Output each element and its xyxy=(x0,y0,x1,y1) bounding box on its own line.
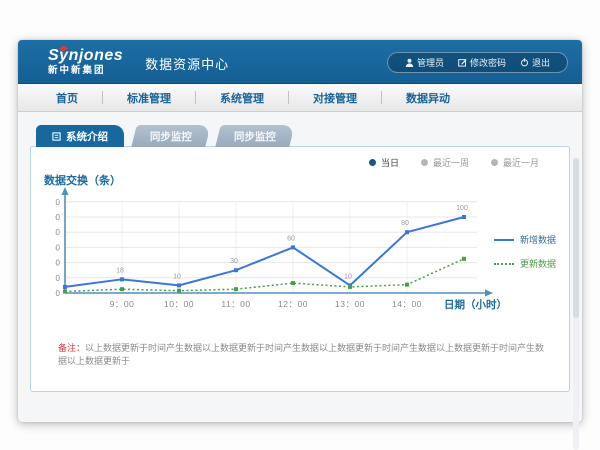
tab-sync-monitor-1[interactable]: 同步监控 xyxy=(131,125,210,147)
series-legend: 新增数据 更新数据 xyxy=(494,233,556,281)
tab-system-intro[interactable]: 系统介绍 xyxy=(36,125,124,147)
data-point-label: 100 xyxy=(456,205,468,212)
filter-today[interactable]: 当日 xyxy=(369,156,399,169)
filter-label: 最近一周 xyxy=(433,156,469,169)
data-point xyxy=(291,245,295,249)
nav-item-interface-mgmt[interactable]: 对接管理 xyxy=(289,90,381,106)
nav-item-home[interactable]: 首页 xyxy=(32,90,102,106)
y-tick-label: 100 xyxy=(55,213,61,222)
x-tick-label: 9：00 xyxy=(110,299,135,309)
tab-label: 同步监控 xyxy=(234,129,276,144)
filter-label: 当日 xyxy=(381,156,399,169)
footnote-prefix: 备注： xyxy=(58,343,85,353)
admin-user-button[interactable]: 管理员 xyxy=(398,56,451,69)
logout-button[interactable]: 退出 xyxy=(513,56,557,69)
footnote-text: 以上数据更新于时间产生数据以上数据更新于时间产生数据以上数据更新于时间产生数据以… xyxy=(58,343,544,366)
data-point xyxy=(462,257,466,261)
data-point xyxy=(63,289,67,293)
scrollbar-track[interactable] xyxy=(573,158,579,450)
logout-label: 退出 xyxy=(532,56,550,69)
scrollbar-thumb[interactable] xyxy=(573,158,579,318)
chart-canvas: 0 20 40 60 80 100 120 9：00 10：00 11：00 12：00 13：00 1… xyxy=(55,181,510,319)
tab-label: 同步监控 xyxy=(150,129,192,144)
data-point-label: 30 xyxy=(230,258,238,265)
chart-panel: 当日 最近一周 最近一月 数据交换（条） 0204060801001209：00… xyxy=(30,146,570,392)
tab-label: 系统介绍 xyxy=(66,129,108,144)
series-line-0 xyxy=(65,217,464,287)
content-area: 系统介绍 同步监控 同步监控 当日 最近一周 xyxy=(18,112,582,392)
x-axis-arrow-icon xyxy=(485,290,493,297)
data-point xyxy=(63,285,67,289)
company-logo: Synjones 新中新集团 xyxy=(48,48,123,76)
edit-icon xyxy=(458,58,467,67)
filter-last-month[interactable]: 最近一月 xyxy=(491,156,539,169)
radio-dot-icon xyxy=(421,159,428,166)
data-point-label: 18 xyxy=(116,267,124,274)
x-tick-label: 14：00 xyxy=(392,299,422,309)
filter-label: 最近一月 xyxy=(503,156,539,169)
y-tick-label: 60 xyxy=(55,243,61,252)
nav-item-standard-mgmt[interactable]: 标准管理 xyxy=(103,90,195,106)
y-tick-label: 120 xyxy=(55,198,61,207)
series-line-1 xyxy=(65,259,464,292)
radio-dot-icon xyxy=(369,159,376,166)
footnote: 备注：以上数据更新于时间产生数据以上数据更新于时间产生数据以上数据更新于时间产生… xyxy=(58,341,549,367)
data-point-label: 10 xyxy=(173,273,181,280)
app-window: Synjones 新中新集团 数据资源中心 管理员 修改密码 xyxy=(18,40,582,422)
data-point xyxy=(177,289,181,293)
data-point xyxy=(177,283,181,287)
document-icon xyxy=(52,132,61,141)
power-icon xyxy=(520,58,529,67)
dotted-line-icon xyxy=(494,263,514,265)
nav-item-system-mgmt[interactable]: 系统管理 xyxy=(196,90,288,106)
user-toolbar: 管理员 修改密码 退出 xyxy=(387,52,568,73)
nav-item-data-change[interactable]: 数据异动 xyxy=(382,90,474,106)
y-axis-arrow-icon xyxy=(62,187,69,195)
legend-item-updated-data: 更新数据 xyxy=(494,257,556,270)
data-point xyxy=(348,285,352,289)
tab-sync-monitor-2[interactable]: 同步监控 xyxy=(215,125,294,147)
logo-subtitle: 新中新集团 xyxy=(48,66,123,76)
data-point-label: 80 xyxy=(401,220,409,227)
x-tick-label: 10：00 xyxy=(164,299,194,309)
y-tick-label: 40 xyxy=(55,259,61,268)
radio-dot-icon xyxy=(491,159,498,166)
data-point xyxy=(405,283,409,287)
change-password-label: 修改密码 xyxy=(470,56,506,69)
tab-bar: 系统介绍 同步监控 同步监控 xyxy=(36,125,570,147)
data-point xyxy=(405,230,409,234)
data-point-label: 60 xyxy=(287,235,295,242)
app-header: Synjones 新中新集团 数据资源中心 管理员 修改密码 xyxy=(18,40,582,84)
logo-text: Synjones xyxy=(48,48,123,64)
data-point xyxy=(234,268,238,272)
data-point xyxy=(234,287,238,291)
page-title: 数据资源中心 xyxy=(145,54,229,73)
x-tick-label: 11：00 xyxy=(221,299,250,309)
legend-label: 新增数据 xyxy=(520,233,556,246)
x-axis-title: 日期（小时） xyxy=(444,298,507,311)
y-tick-label: 0 xyxy=(56,289,61,298)
solid-line-icon xyxy=(494,239,514,241)
legend-item-new-data: 新增数据 xyxy=(494,233,556,246)
data-point-label: 10 xyxy=(344,273,352,280)
filter-last-week[interactable]: 最近一周 xyxy=(421,156,469,169)
data-point xyxy=(120,287,124,291)
main-nav: 首页 标准管理 系统管理 对接管理 数据异动 xyxy=(18,84,582,112)
y-tick-label: 20 xyxy=(55,274,61,283)
x-tick-label: 13：00 xyxy=(335,299,365,309)
data-point xyxy=(291,281,295,285)
data-point xyxy=(120,277,124,281)
change-password-button[interactable]: 修改密码 xyxy=(451,56,513,69)
line-chart: 0 20 40 60 80 100 120 9：00 10：00 11：00 12：00 13：00 1… xyxy=(55,181,510,324)
time-range-filters: 当日 最近一周 最近一月 xyxy=(347,156,539,169)
x-tick-label: 12：00 xyxy=(278,299,308,309)
legend-label: 更新数据 xyxy=(520,257,556,270)
y-tick-label: 80 xyxy=(55,228,61,237)
data-point xyxy=(462,215,466,219)
admin-label: 管理员 xyxy=(417,56,444,69)
user-icon xyxy=(405,58,414,67)
